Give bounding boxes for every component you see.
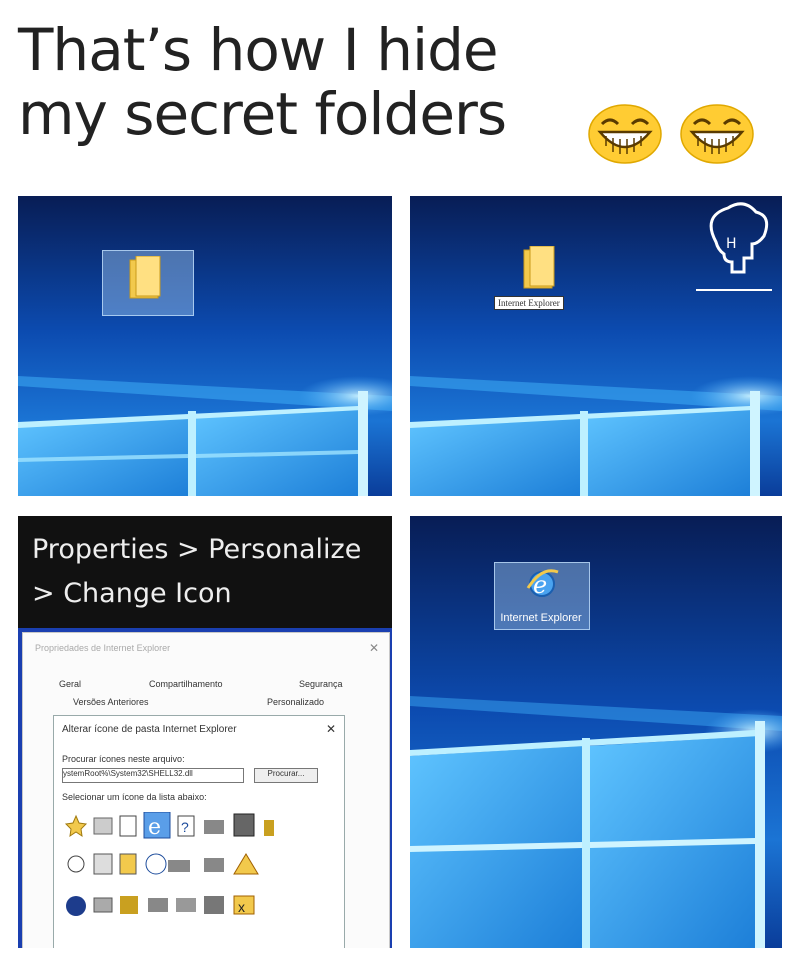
laughing-emoji-icon	[588, 104, 662, 164]
printer-icon	[93, 853, 113, 875]
network-icon	[204, 820, 224, 834]
instruction-line-1: Properties > Personalize	[32, 534, 362, 565]
panel-ie-icon: e Internet Explorer	[410, 516, 782, 948]
caption-line-2: my secret folders	[18, 80, 507, 148]
tab-geral[interactable]: Geral	[59, 679, 81, 689]
desktop-wallpaper	[18, 196, 392, 496]
question-mark-icon: ?	[181, 819, 189, 835]
tab-personalizado[interactable]: Personalizado	[267, 697, 324, 707]
change-icon-title: Alterar ícone de pasta Internet Explorer	[62, 724, 237, 735]
svg-text:H: H	[726, 236, 737, 252]
svg-text:x: x	[238, 899, 245, 915]
browse-button[interactable]: Procurar...	[254, 768, 318, 783]
info-icon	[145, 853, 167, 875]
box-icon	[120, 896, 138, 914]
star-icon	[64, 814, 88, 838]
select-icon-label: Selecionar um ícone da lista abaixo:	[62, 792, 207, 802]
hand-icon	[168, 860, 190, 872]
panel-properties: Properties > Personalize > Change Icon P…	[18, 516, 392, 948]
computer-icon	[204, 896, 224, 914]
watermark-logo: H	[696, 202, 772, 291]
instruction-header	[18, 516, 392, 628]
tab-seguranca[interactable]: Segurança	[299, 679, 343, 689]
icon-list[interactable]: e ? x	[64, 812, 344, 948]
laughing-emoji-icon	[680, 104, 754, 164]
rename-field[interactable]: Internet Explorer	[494, 296, 564, 310]
pen-icon	[264, 820, 274, 836]
ie-icon: e	[148, 815, 161, 840]
search-file-label: Procurar ícones neste arquivo:	[62, 754, 185, 764]
meme-caption: That’s how I hide my secret folders	[18, 16, 507, 148]
document-icon	[119, 815, 137, 837]
printer-icon	[93, 817, 113, 835]
tab-versoes-anteriores[interactable]: Versões Anteriores	[73, 697, 149, 707]
computer-icon	[233, 813, 255, 837]
drive-icon	[93, 897, 113, 913]
panel-rename-folder: Internet Explorer H	[410, 196, 782, 496]
folder-icon[interactable]	[522, 246, 558, 290]
panel-desktop-folder	[18, 196, 392, 496]
icon-file-path-input[interactable]: ystemRoot%\System32\SHELL32.dll	[62, 768, 244, 783]
close-icon[interactable]: ✕	[326, 722, 336, 736]
desktop-icon-label: Internet Explorer	[500, 612, 582, 624]
network-icon	[148, 898, 168, 912]
search-icon	[67, 855, 85, 873]
network-icon	[204, 858, 224, 872]
warning-icon	[233, 853, 259, 875]
folder-icon	[119, 853, 137, 875]
caption-line-1: That’s how I hide	[18, 16, 499, 84]
properties-dialog: Propriedades de Internet Explorer ✕ Gera…	[22, 632, 390, 948]
network-icon	[176, 898, 196, 912]
folder-icon[interactable]	[128, 256, 164, 300]
internet-explorer-icon[interactable]: e	[524, 566, 560, 602]
instruction-line-2: > Change Icon	[32, 578, 232, 609]
help-circle-icon	[66, 896, 86, 916]
change-icon-dialog: Alterar ícone de pasta Internet Explorer…	[53, 715, 345, 948]
dialog-title: Propriedades de Internet Explorer	[35, 643, 171, 653]
close-icon[interactable]: ✕	[369, 641, 379, 655]
tab-compartilhamento[interactable]: Compartilhamento	[149, 679, 223, 689]
desktop-wallpaper	[410, 516, 782, 948]
